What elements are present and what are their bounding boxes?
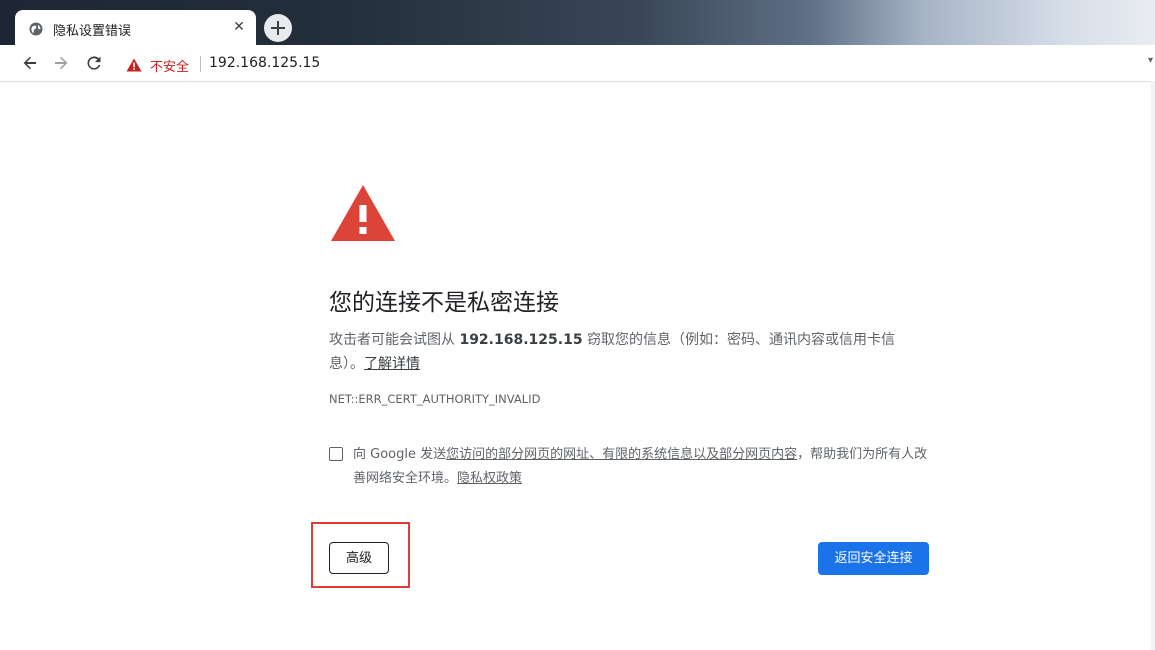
optin-checkbox[interactable]	[329, 447, 343, 461]
explanation-prefix: 攻击者可能会试图从	[329, 332, 460, 348]
security-status-label[interactable]: 不安全	[150, 56, 189, 75]
optin-text: 向 Google 发送您访问的部分网页的网址、有限的系统信息以及部分网页内容，帮…	[353, 443, 929, 491]
plus-icon	[271, 21, 285, 35]
browser-toolbar: 不安全 192.168.125.15 ▾	[0, 45, 1155, 82]
advanced-button[interactable]: 高级	[329, 542, 389, 574]
forward-arrow-icon[interactable]	[52, 54, 70, 72]
close-tab-icon[interactable]: ✕	[231, 19, 247, 35]
host-name: 192.168.125.15	[459, 332, 583, 348]
optin-prefix: 向 Google 发送	[353, 447, 447, 462]
tab-title: 隐私设置错误	[53, 24, 132, 39]
url-text[interactable]: 192.168.125.15	[209, 55, 320, 71]
alert-triangle-icon	[329, 183, 397, 247]
privacy-policy-link[interactable]: 隐私权政策	[457, 471, 522, 486]
back-arrow-icon[interactable]	[21, 54, 39, 72]
warning-icon	[126, 57, 142, 76]
browser-tab[interactable]: 隐私设置错误 ✕	[15, 10, 256, 45]
error-code: NET::ERR_CERT_AUTHORITY_INVALID	[329, 392, 541, 406]
page-title: 您的连接不是私密连接	[329, 290, 559, 316]
reload-icon[interactable]	[85, 54, 103, 72]
omnibox-divider	[200, 56, 201, 72]
scrollbar-track[interactable]	[1151, 81, 1155, 650]
new-tab-button[interactable]	[264, 14, 292, 42]
globe-icon	[29, 21, 43, 36]
learn-more-link[interactable]: 了解详情	[364, 356, 420, 372]
chevron-down-icon[interactable]: ▾	[1148, 55, 1153, 66]
explanation-paragraph: 攻击者可能会试图从 192.168.125.15 窃取您的信息（例如：密码、通讯…	[329, 328, 929, 376]
optin-data-link[interactable]: 您访问的部分网页的网址、有限的系统信息以及部分网页内容	[446, 447, 797, 462]
address-bar[interactable]: 不安全 192.168.125.15	[118, 48, 1148, 78]
back-to-safety-button[interactable]: 返回安全连接	[818, 542, 929, 575]
tab-strip: 隐私设置错误 ✕	[0, 0, 1155, 45]
